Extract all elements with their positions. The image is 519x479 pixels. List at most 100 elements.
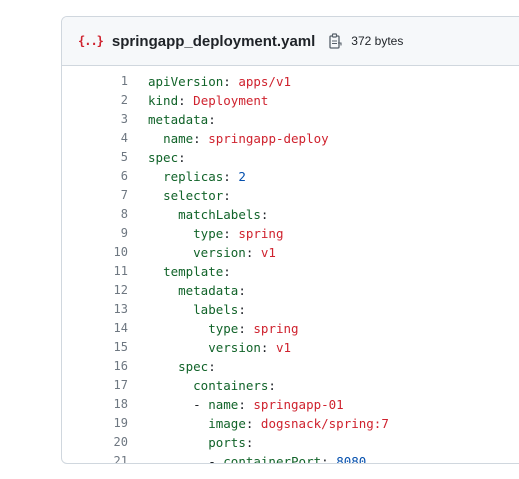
- line-code: - containerPort: 8080: [148, 452, 367, 464]
- line-number[interactable]: 19: [62, 414, 148, 433]
- file-size: 372 bytes: [351, 34, 404, 48]
- yaml-key: template: [163, 264, 224, 279]
- yaml-key: containerPort: [223, 454, 322, 464]
- code-line: 12 metadata:: [62, 281, 519, 300]
- yaml-key: version: [208, 340, 261, 355]
- clipboard-icon: [329, 33, 342, 49]
- code-line: 5 spec:: [62, 148, 519, 167]
- line-number[interactable]: 16: [62, 357, 148, 376]
- yaml-key: name: [208, 397, 239, 412]
- yaml-key: kind: [148, 93, 179, 108]
- line-code: template:: [163, 264, 231, 279]
- yaml-value: apps/v1: [238, 74, 292, 89]
- line-number[interactable]: 13: [62, 300, 148, 319]
- line-code: metadata:: [178, 283, 246, 298]
- code-line: 14 type: spring: [62, 319, 519, 338]
- yaml-key: metadata: [148, 112, 209, 127]
- yaml-key: containers: [193, 378, 269, 393]
- yaml-value: dogsnack/spring:7: [260, 416, 389, 431]
- yaml-key: replicas: [163, 169, 224, 184]
- yaml-value: v1: [275, 340, 292, 355]
- code-line: 1 apiVersion: apps/v1: [62, 72, 519, 91]
- line-number[interactable]: 1: [62, 72, 148, 91]
- code-line: 16 spec:: [62, 357, 519, 376]
- line-code: spec:: [148, 150, 186, 165]
- yaml-key: spec: [178, 359, 209, 374]
- line-code: ports:: [208, 435, 254, 450]
- yaml-key: type: [208, 321, 239, 336]
- yaml-value: 8080: [336, 454, 367, 464]
- code-line: 15 version: v1: [62, 338, 519, 357]
- code-line: 9 type: spring: [62, 224, 519, 243]
- line-code: type: spring: [208, 321, 299, 336]
- line-number[interactable]: 15: [62, 338, 148, 357]
- line-number[interactable]: 11: [62, 262, 148, 281]
- code-body: 1 apiVersion: apps/v1 2 kind: Deployment 3 me…: [62, 66, 519, 464]
- line-code: type: spring: [193, 226, 284, 241]
- file-name: springapp_deployment.yaml: [111, 32, 316, 50]
- yaml-value: v1: [260, 245, 276, 260]
- line-number[interactable]: 14: [62, 319, 148, 338]
- yaml-value: springapp-01: [253, 397, 344, 412]
- line-number[interactable]: 9: [62, 224, 148, 243]
- line-code: version: v1: [208, 340, 292, 355]
- line-code: metadata:: [148, 112, 216, 127]
- line-number[interactable]: 20: [62, 433, 148, 452]
- yaml-value: 2: [238, 169, 246, 184]
- line-code: replicas: 2: [163, 169, 246, 184]
- yaml-key: apiVersion: [148, 74, 224, 89]
- yaml-key: ports: [208, 435, 246, 450]
- line-number[interactable]: 12: [62, 281, 148, 300]
- line-number[interactable]: 7: [62, 186, 148, 205]
- line-number[interactable]: 17: [62, 376, 148, 395]
- code-line: 6 replicas: 2: [62, 167, 519, 186]
- code-line: 13 labels:: [62, 300, 519, 319]
- line-code: matchLabels:: [178, 207, 269, 222]
- file-viewer: {..} springapp_deployment.yaml 372 bytes…: [61, 16, 519, 464]
- yaml-value: springapp-deploy: [208, 131, 329, 146]
- yaml-key: selector: [163, 188, 224, 203]
- yaml-value: Deployment: [193, 93, 269, 108]
- line-number[interactable]: 2: [62, 91, 148, 110]
- yaml-key: spec: [148, 150, 179, 165]
- code-line: 7 selector:: [62, 186, 519, 205]
- line-number[interactable]: 5: [62, 148, 148, 167]
- line-code: image: dogsnack/spring:7: [208, 416, 389, 431]
- code-line: 2 kind: Deployment: [62, 91, 519, 110]
- yaml-key: version: [193, 245, 246, 260]
- line-code: apiVersion: apps/v1: [148, 74, 292, 89]
- line-number[interactable]: 21: [62, 452, 148, 463]
- line-number[interactable]: 10: [62, 243, 148, 262]
- code-line: 4 name: springapp-deploy: [62, 129, 519, 148]
- line-code: containers:: [193, 378, 276, 393]
- code-line: 19 image: dogsnack/spring:7: [62, 414, 519, 433]
- line-code: name: springapp-deploy: [163, 131, 329, 146]
- line-number[interactable]: 3: [62, 110, 148, 129]
- line-code: kind: Deployment: [148, 93, 269, 108]
- file-header: {..} springapp_deployment.yaml 372 bytes: [62, 17, 519, 66]
- line-number[interactable]: 4: [62, 129, 148, 148]
- line-code: version: v1: [193, 245, 276, 260]
- code-line: 8 matchLabels:: [62, 205, 519, 224]
- yaml-value: spring: [238, 226, 284, 241]
- copy-path-button[interactable]: [327, 32, 343, 50]
- line-code: labels:: [193, 302, 246, 317]
- yaml-key: matchLabels: [178, 207, 261, 222]
- yaml-key: image: [208, 416, 246, 431]
- yaml-key: metadata: [178, 283, 239, 298]
- code-line: 3 metadata:: [62, 110, 519, 129]
- line-number[interactable]: 6: [62, 167, 148, 186]
- line-code: selector:: [163, 188, 231, 203]
- code-line: 20 ports:: [62, 433, 519, 452]
- yaml-key: type: [193, 226, 224, 241]
- line-number[interactable]: 18: [62, 395, 148, 414]
- line-number[interactable]: 8: [62, 205, 148, 224]
- code-line: 17 containers:: [62, 376, 519, 395]
- yaml-key: name: [163, 131, 194, 146]
- code-line: 21 - containerPort: 8080: [62, 452, 519, 464]
- yaml-key: labels: [193, 302, 239, 317]
- line-code: - name: springapp-01: [193, 397, 344, 412]
- line-code: spec:: [178, 359, 216, 374]
- code-line: 18 - name: springapp-01: [62, 395, 519, 414]
- yaml-value: spring: [253, 321, 299, 336]
